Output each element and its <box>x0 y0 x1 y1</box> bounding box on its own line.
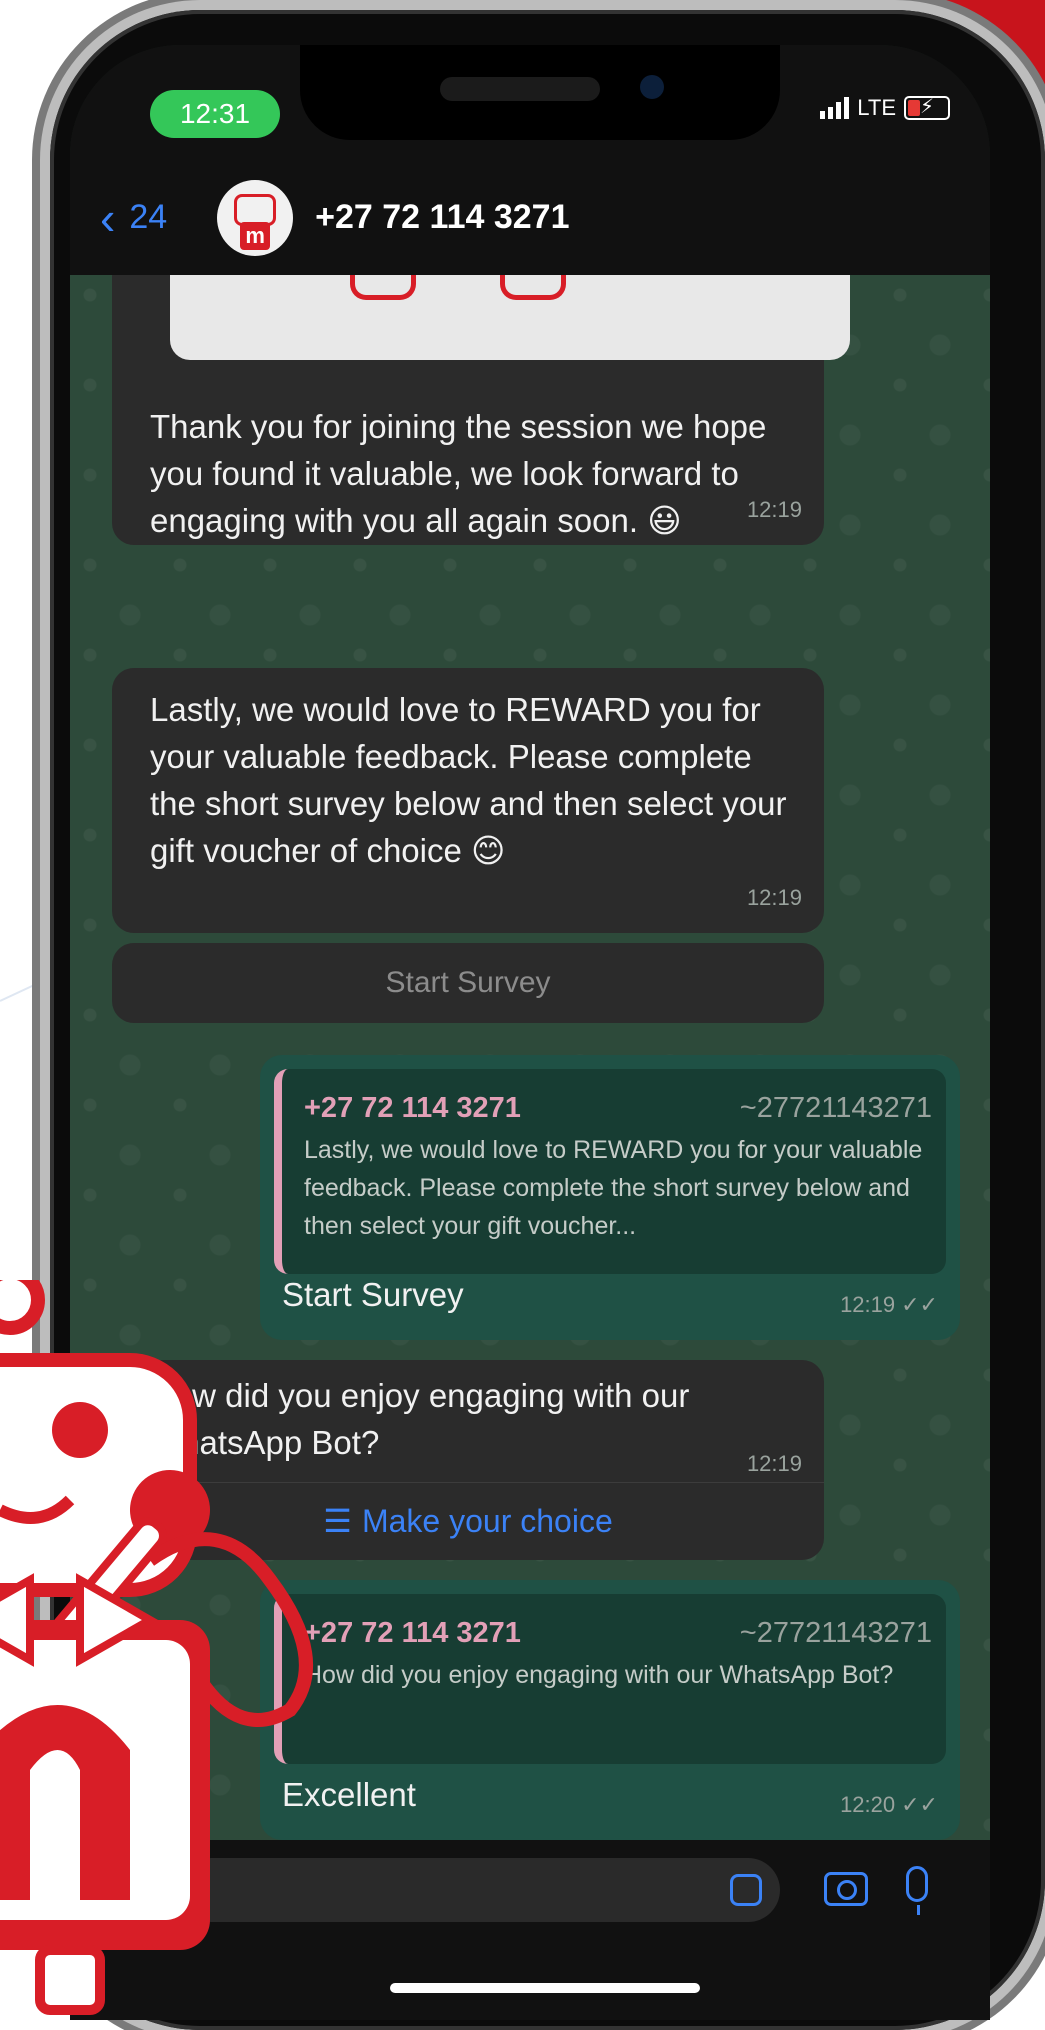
message-time: 12:19 <box>746 497 802 522</box>
notch-speaker <box>440 77 600 101</box>
quoted-message[interactable]: +27 72 114 3271 ~27721143271 Lastly, we … <box>274 1069 946 1274</box>
message-text: Thank you for joining the session we hop… <box>150 408 767 539</box>
quoted-message[interactable]: +27 72 114 3271 ~27721143271 How did you… <box>274 1594 946 1764</box>
network-label: LTE <box>857 95 896 120</box>
notch <box>300 45 780 140</box>
message-time: 12:19 <box>746 1451 802 1476</box>
reply-text: Start Survey <box>282 1276 464 1313</box>
phone-screen: 12:31 LTE ⚡ ‹ 24 m +27 72 114 3271 Thank… <box>70 45 990 2020</box>
input-bar <box>70 1840 990 2020</box>
image-attachment[interactable] <box>170 275 850 360</box>
reply-bubble[interactable]: +27 72 114 3271 ~27721143271 Lastly, we … <box>260 1055 960 1340</box>
message-bubble[interactable]: Lastly, we would love to REWARD you for … <box>112 668 824 933</box>
back-chevron-icon: ‹ <box>100 191 116 244</box>
message-text: How did you enjoy engaging with our What… <box>150 1377 690 1461</box>
front-camera <box>640 75 664 99</box>
message-time: 12:19 <box>746 885 802 910</box>
back-button[interactable]: ‹ 24 <box>100 195 167 241</box>
make-choice-label: Make your choice <box>361 1503 613 1539</box>
bot-logo-mark: m <box>240 221 271 250</box>
make-choice-button[interactable]: ☰ Make your choice <box>112 1482 824 1560</box>
contact-name[interactable]: +27 72 114 3271 <box>315 198 569 237</box>
signal-icon <box>820 97 850 119</box>
quote-number: ~27721143271 <box>739 1092 932 1124</box>
message-text: Lastly, we would love to REWARD you for … <box>150 691 787 869</box>
chat-area[interactable]: Thank you for joining the session we hop… <box>70 275 990 1840</box>
battery-icon: ⚡ <box>904 96 950 120</box>
status-time: 12:31 <box>150 90 280 138</box>
sticker-icon[interactable] <box>730 1874 762 1906</box>
list-icon: ☰ <box>323 1503 352 1539</box>
mic-icon[interactable] <box>906 1866 928 1915</box>
double-check-icon: ✓✓ <box>901 1792 938 1817</box>
quote-number: ~27721143271 <box>739 1617 932 1649</box>
avatar[interactable]: m <box>217 179 294 256</box>
quote-sender: +27 72 114 3271 <box>304 1092 521 1124</box>
unread-count: 24 <box>129 198 168 236</box>
image-shape <box>500 275 566 300</box>
reply-text: Excellent <box>282 1776 416 1813</box>
quote-text: Lastly, we would love to REWARD you for … <box>304 1136 923 1240</box>
status-indicators: LTE ⚡ <box>820 95 950 121</box>
bot-head-shape <box>234 193 277 226</box>
message-input[interactable] <box>180 1858 780 1922</box>
status-bar: 12:31 LTE ⚡ <box>70 45 990 160</box>
start-survey-button[interactable]: Start Survey <box>112 943 824 1023</box>
message-time: 12:20 ✓✓ <box>840 1792 938 1817</box>
double-check-icon: ✓✓ <box>901 1292 938 1317</box>
quote-sender: +27 72 114 3271 <box>304 1617 521 1649</box>
quote-text: How did you enjoy engaging with our What… <box>304 1661 894 1689</box>
message-bubble[interactable]: Thank you for joining the session we hop… <box>112 275 850 545</box>
reply-bubble[interactable]: +27 72 114 3271 ~27721143271 How did you… <box>260 1580 960 1840</box>
message-bubble[interactable]: How did you enjoy engaging with our What… <box>112 1360 824 1560</box>
camera-icon[interactable] <box>824 1872 868 1906</box>
chat-header: ‹ 24 m +27 72 114 3271 <box>70 160 990 275</box>
message-time: 12:19 ✓✓ <box>840 1292 938 1317</box>
image-shape <box>350 275 416 300</box>
home-indicator <box>390 1983 700 1993</box>
